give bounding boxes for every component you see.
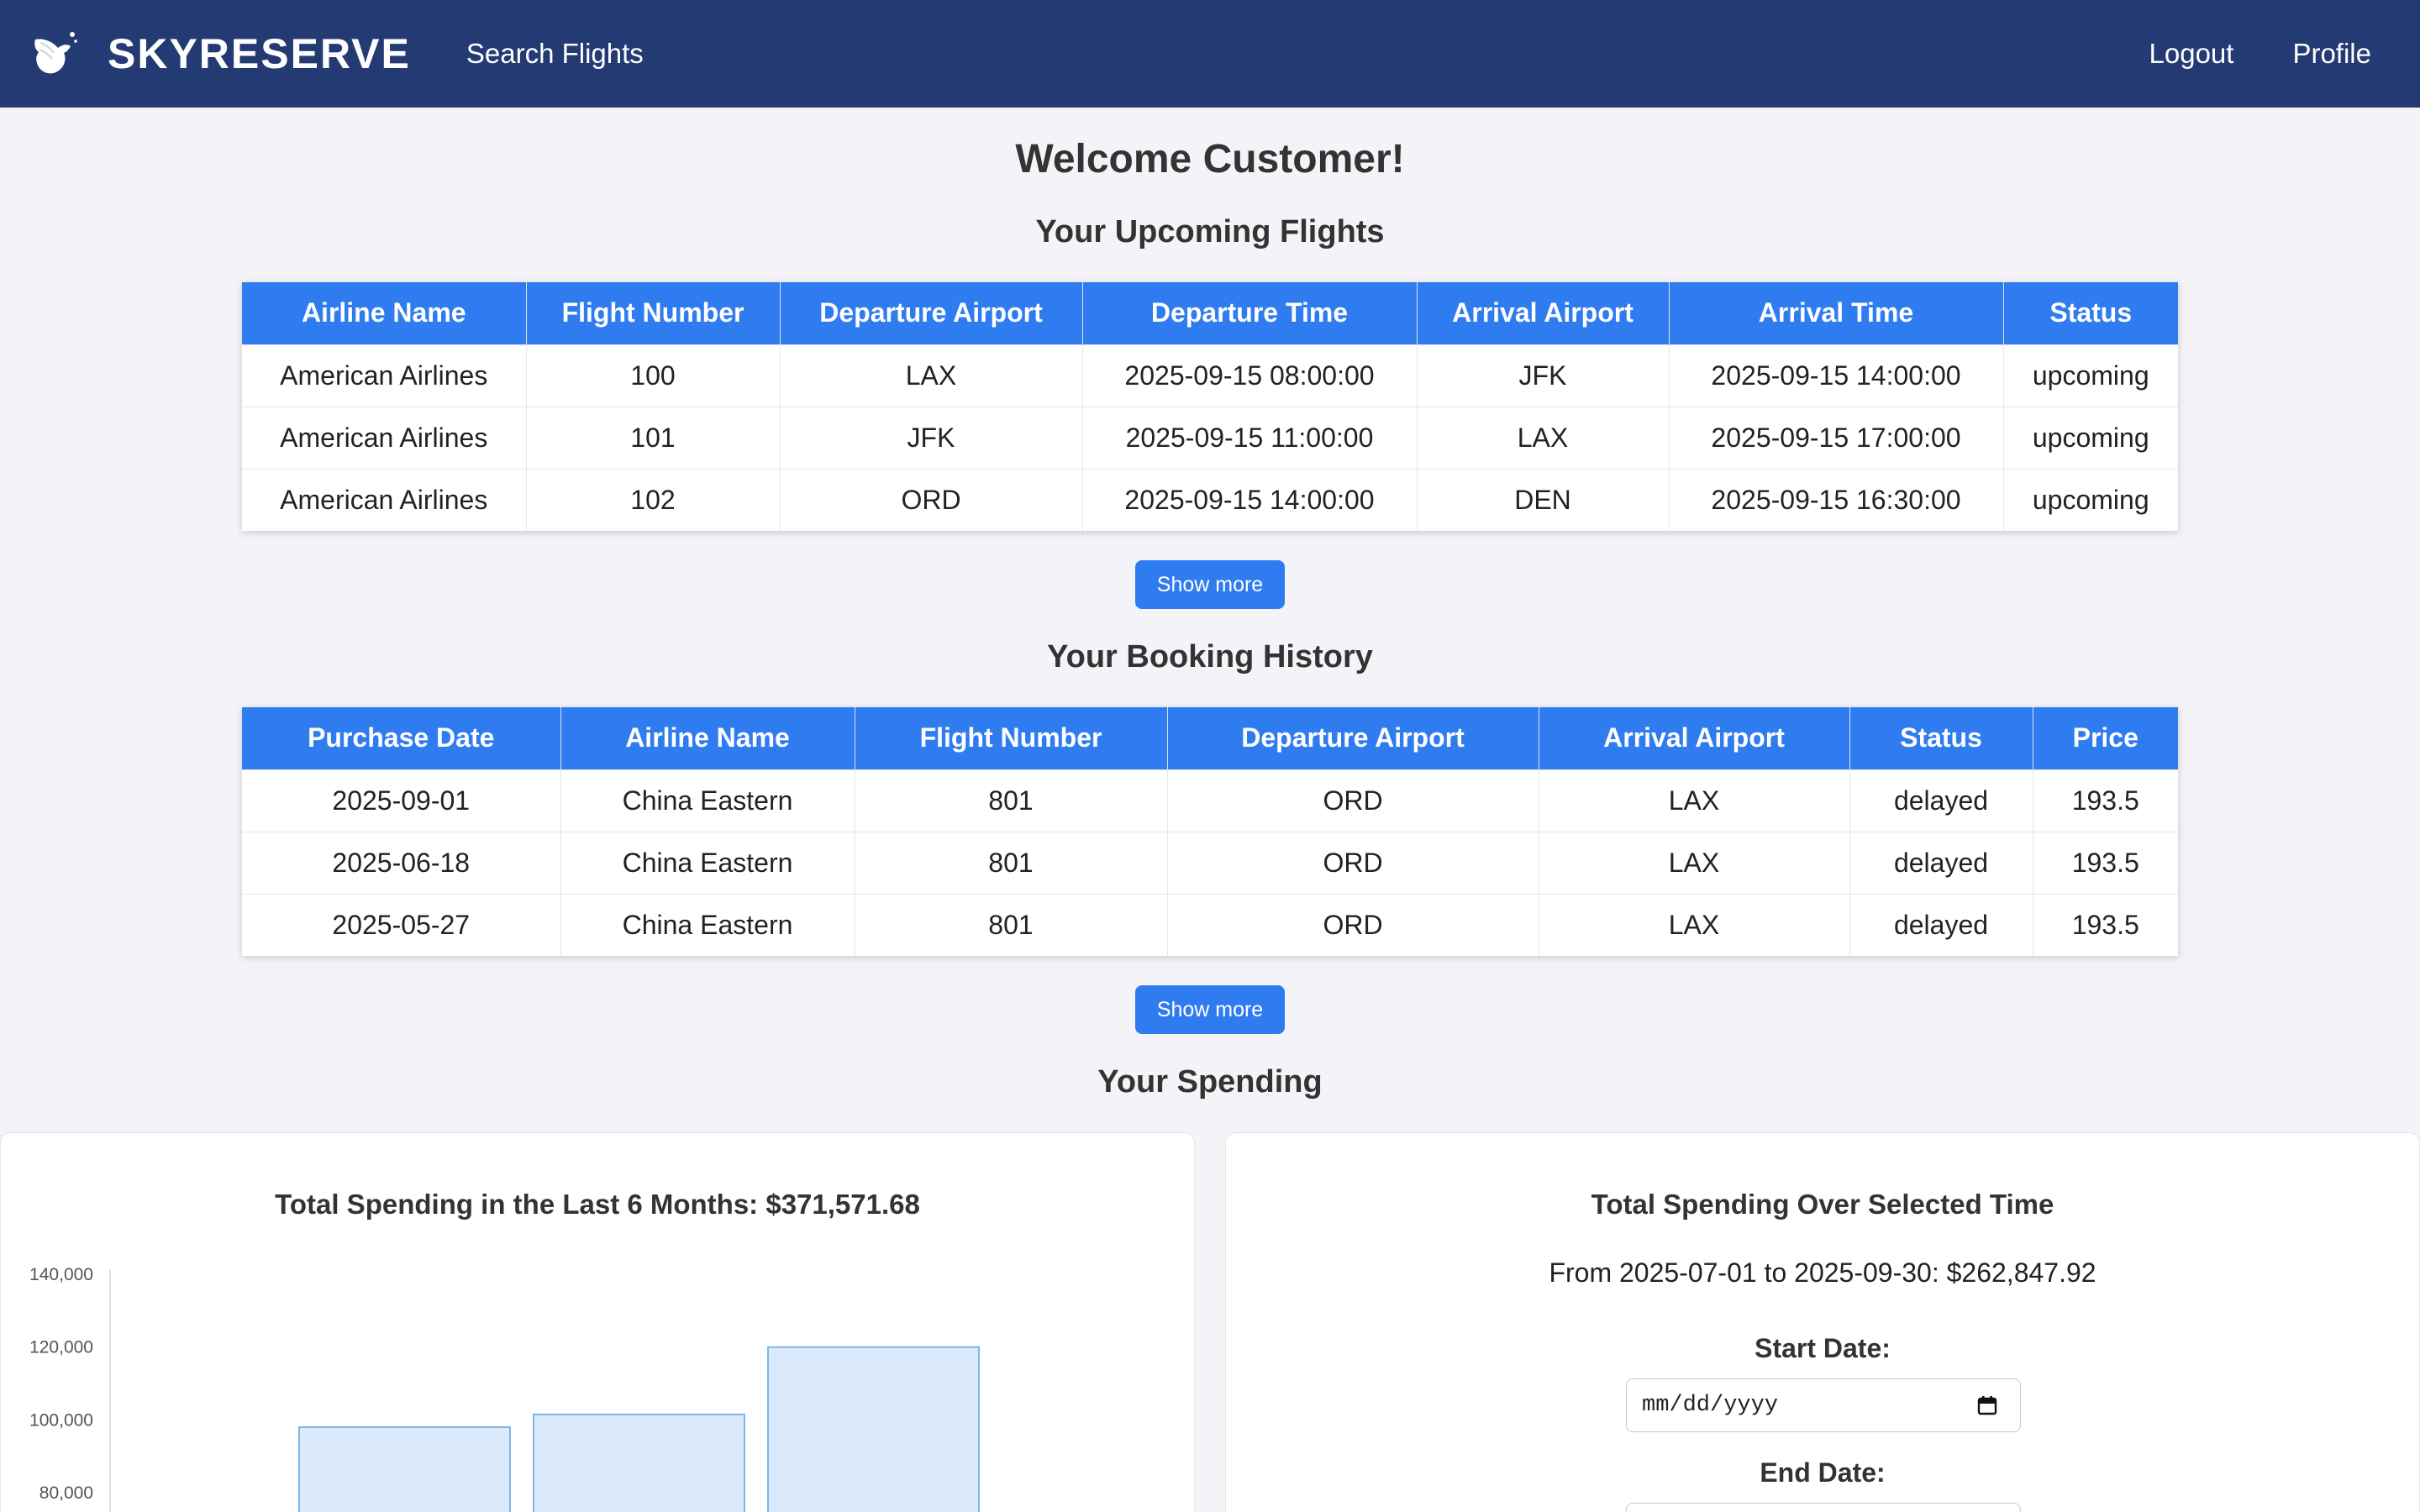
spending-bar-chart: 80,000 100,000 120,000 140,000 — [29, 1265, 980, 1512]
nav-search-flights[interactable]: Search Flights — [466, 38, 644, 70]
table-row: 2025-06-18 China Eastern 801 ORD LAX del… — [242, 831, 2178, 894]
y-tick-label: 80,000 — [39, 1483, 93, 1503]
table-cell: 2025-09-15 16:30:00 — [1669, 468, 2004, 531]
table-cell: 2025-09-15 17:00:00 — [1669, 406, 2004, 469]
column-header: Status — [1849, 707, 2033, 769]
table-cell: China Eastern — [560, 769, 855, 832]
table-cell: 2025-09-01 — [242, 769, 561, 832]
table-row: American Airlines 102 ORD 2025-09-15 14:… — [242, 468, 2178, 531]
selected-range-total: From 2025-07-01 to 2025-09-30: $262,847.… — [1549, 1257, 2096, 1288]
column-header: Flight Number — [526, 282, 781, 344]
spending-bar[interactable] — [533, 1413, 745, 1512]
nav-profile[interactable]: Profile — [2292, 38, 2371, 70]
end-date-label: End Date: — [1760, 1457, 1886, 1488]
y-tick-label: 120,000 — [29, 1338, 93, 1357]
table-cell: LAX — [1539, 831, 1850, 894]
table-cell: 2025-09-15 11:00:00 — [1082, 406, 1418, 469]
table-cell: DEN — [1417, 468, 1670, 531]
column-header: Departure Airport — [1167, 707, 1539, 769]
table-cell: LAX — [1417, 406, 1670, 469]
table-cell: upcoming — [2003, 406, 2178, 469]
table-cell: upcoming — [2003, 468, 2178, 531]
table-cell: LAX — [780, 344, 1083, 407]
calendar-icon[interactable] — [1976, 1394, 1998, 1416]
table-cell: LAX — [1539, 893, 1850, 956]
table-cell: China Eastern — [560, 893, 855, 956]
column-header: Purchase Date — [242, 707, 561, 769]
column-header: Departure Time — [1082, 282, 1418, 344]
spending-title: Your Spending — [1097, 1064, 1323, 1100]
table-cell: delayed — [1849, 831, 2033, 894]
column-header: Status — [2003, 282, 2178, 344]
column-header: Price — [2033, 707, 2178, 769]
table-cell: LAX — [1539, 769, 1850, 832]
start-date-input[interactable]: mm/dd/yyyy — [1626, 1378, 2021, 1432]
table-cell: 2025-09-15 14:00:00 — [1082, 468, 1418, 531]
table-cell: delayed — [1849, 893, 2033, 956]
nav-logout[interactable]: Logout — [2149, 38, 2234, 70]
table-cell: 193.5 — [2033, 893, 2178, 956]
table-row: 2025-05-27 China Eastern 801 ORD LAX del… — [242, 893, 2178, 956]
table-cell: upcoming — [2003, 344, 2178, 407]
upcoming-flights-title: Your Upcoming Flights — [1035, 214, 1385, 249]
table-cell: ORD — [1167, 769, 1539, 832]
table-row: American Airlines 100 LAX 2025-09-15 08:… — [242, 344, 2178, 407]
column-header: Arrival Time — [1669, 282, 2004, 344]
dove-logo-icon[interactable] — [30, 29, 79, 78]
brand-name[interactable]: SKYRESERVE — [108, 29, 411, 78]
upcoming-flights-table: Airline Name Flight Number Departure Air… — [242, 282, 2178, 531]
table-header-row: Airline Name Flight Number Departure Air… — [242, 282, 2178, 344]
booking-history-title: Your Booking History — [1047, 639, 1373, 675]
table-cell: 801 — [855, 893, 1168, 956]
spending-bar[interactable] — [298, 1426, 511, 1512]
table-cell: China Eastern — [560, 831, 855, 894]
booking-history-table: Purchase Date Airline Name Flight Number… — [242, 707, 2178, 956]
table-cell: 193.5 — [2033, 769, 2178, 832]
column-header: Airline Name — [242, 282, 527, 344]
y-tick-label: 140,000 — [29, 1265, 93, 1284]
table-cell: American Airlines — [242, 344, 527, 407]
table-cell: 100 — [526, 344, 781, 407]
table-cell: delayed — [1849, 769, 2033, 832]
table-cell: 2025-09-15 08:00:00 — [1082, 344, 1418, 407]
y-tick-label: 100,000 — [29, 1410, 93, 1430]
table-cell: ORD — [780, 468, 1083, 531]
table-cell: American Airlines — [242, 468, 527, 531]
selected-time-spending-card: Total Spending Over Selected Time From 2… — [1225, 1132, 2420, 1512]
column-header: Flight Number — [855, 707, 1168, 769]
column-header: Arrival Airport — [1539, 707, 1850, 769]
table-cell: 2025-09-15 14:00:00 — [1669, 344, 2004, 407]
navbar: SKYRESERVE Search Flights Logout Profile — [0, 0, 2420, 108]
table-cell: 2025-06-18 — [242, 831, 561, 894]
table-cell: 801 — [855, 769, 1168, 832]
table-cell: 2025-05-27 — [242, 893, 561, 956]
column-header: Departure Airport — [780, 282, 1083, 344]
upcoming-show-more-button[interactable]: Show more — [1135, 560, 1285, 609]
table-cell: American Airlines — [242, 406, 527, 469]
table-cell: ORD — [1167, 893, 1539, 956]
table-cell: JFK — [1417, 344, 1670, 407]
history-show-more-button[interactable]: Show more — [1135, 985, 1285, 1034]
table-cell: 102 — [526, 468, 781, 531]
start-date-label: Start Date: — [1754, 1333, 1891, 1363]
table-cell: JFK — [780, 406, 1083, 469]
table-header-row: Purchase Date Airline Name Flight Number… — [242, 707, 2178, 769]
six-month-spending-card: Total Spending in the Last 6 Months: $37… — [0, 1132, 1195, 1512]
table-cell: 801 — [855, 831, 1168, 894]
table-cell: 101 — [526, 406, 781, 469]
start-date-placeholder: mm/dd/yyyy — [1642, 1393, 1779, 1418]
column-header: Arrival Airport — [1417, 282, 1670, 344]
table-cell: ORD — [1167, 831, 1539, 894]
nav-right-group: Logout Profile — [2149, 38, 2390, 70]
spending-bar[interactable] — [767, 1346, 980, 1512]
table-row: 2025-09-01 China Eastern 801 ORD LAX del… — [242, 769, 2178, 832]
table-row: American Airlines 101 JFK 2025-09-15 11:… — [242, 406, 2178, 469]
end-date-input[interactable] — [1626, 1503, 2021, 1512]
welcome-heading: Welcome Customer! — [1015, 137, 1405, 181]
selected-time-title: Total Spending Over Selected Time — [1591, 1189, 2054, 1220]
column-header: Airline Name — [560, 707, 855, 769]
table-cell: 193.5 — [2033, 831, 2178, 894]
